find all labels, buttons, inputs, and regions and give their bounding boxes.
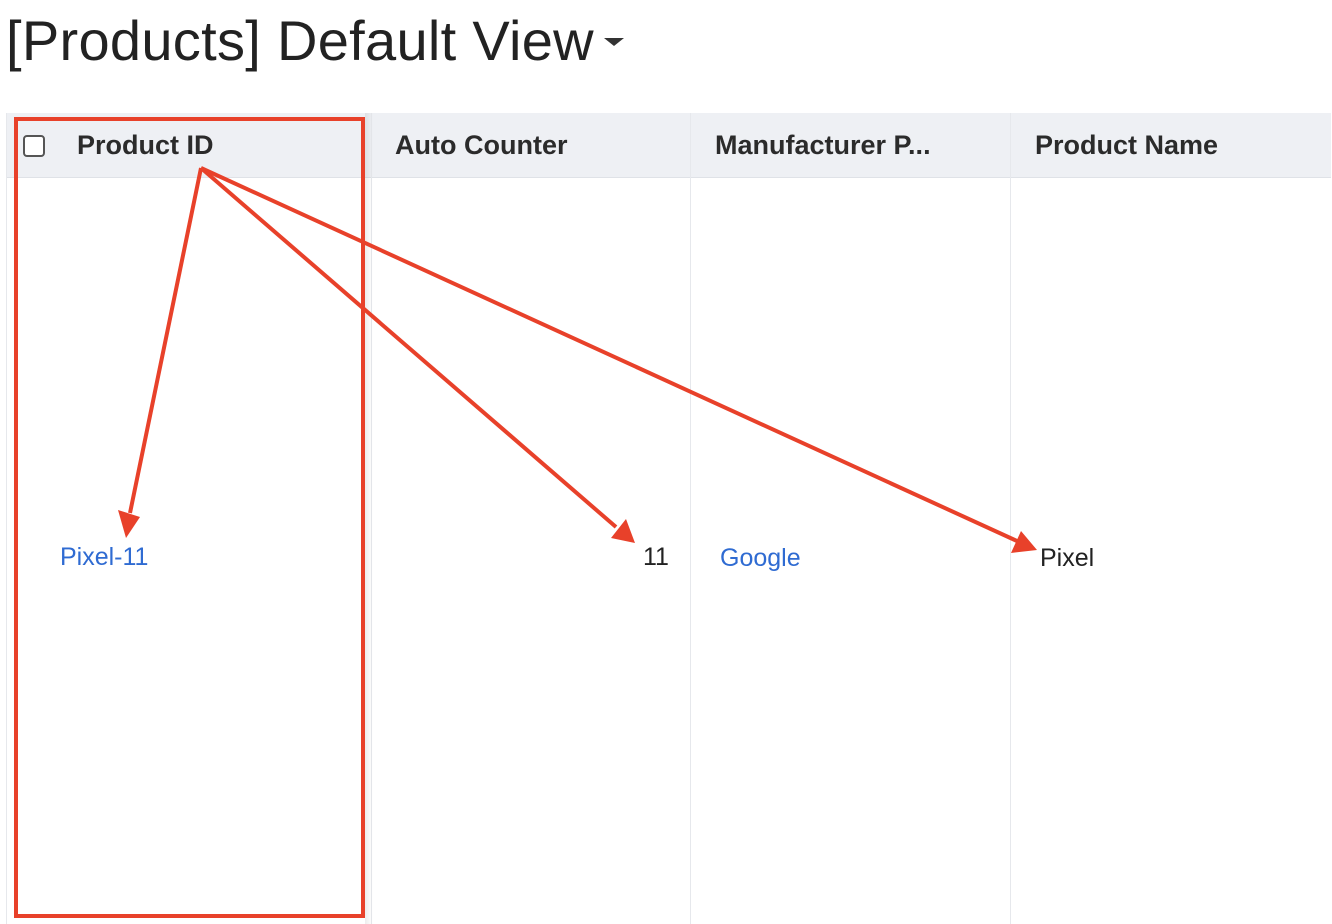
caret-down-icon[interactable]	[603, 38, 624, 46]
column-header-label: Product ID	[77, 129, 214, 160]
cell-product-name: Pixel	[1040, 544, 1095, 572]
column-header-label: Product Name	[1035, 129, 1219, 160]
page-title: [Products] Default View	[6, 8, 594, 72]
grid-header-row: Product ID Auto Counter Manufacturer P..…	[7, 113, 1331, 178]
column-header-auto-counter[interactable]: Auto Counter	[371, 113, 690, 177]
cell-product-id-link[interactable]: Pixel-11	[60, 543, 148, 572]
column-header-product-name[interactable]: Product Name	[1011, 113, 1331, 177]
cell-auto-counter: 11	[643, 543, 669, 571]
column-header-label: Auto Counter	[395, 129, 568, 160]
column-header-label: Manufacturer P...	[715, 129, 931, 160]
view-title-dropdown[interactable]: [Products] Default View	[6, 4, 624, 76]
select-all-checkbox[interactable]	[23, 135, 45, 157]
column-header-manufacturer[interactable]: Manufacturer P...	[691, 113, 1010, 177]
cell-manufacturer-link[interactable]: Google	[720, 544, 801, 573]
column-header-product-id[interactable]: Product ID	[7, 113, 361, 177]
frozen-column-shadow	[365, 113, 373, 924]
column-divider	[1010, 113, 1011, 924]
data-grid: Product ID Auto Counter Manufacturer P..…	[6, 113, 1332, 924]
column-divider	[690, 113, 691, 924]
